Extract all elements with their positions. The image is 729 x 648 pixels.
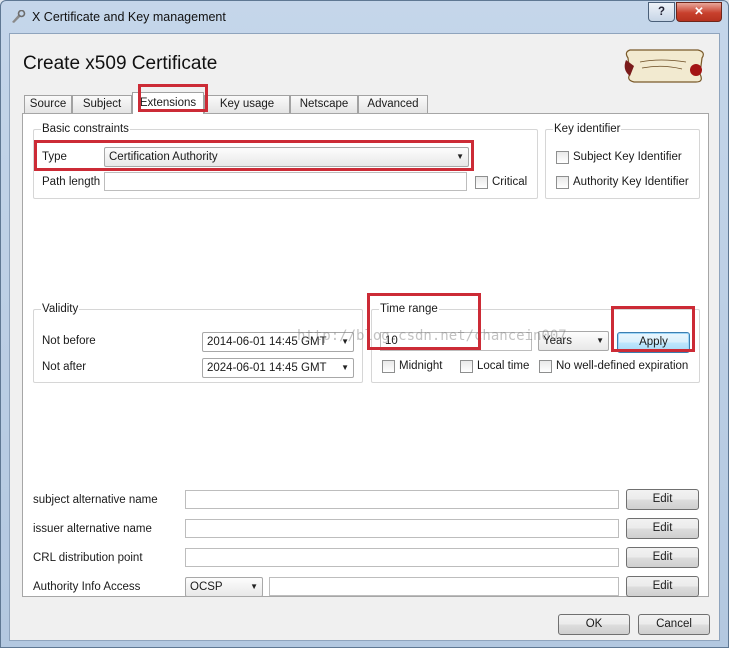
no-expiration-checkbox[interactable] (539, 360, 552, 373)
basic-constraints-group: Basic constraints Type Certification Aut… (33, 123, 538, 199)
subject-alt-name-input[interactable] (185, 490, 619, 509)
not-before-label: Not before (42, 335, 96, 347)
tab-advanced[interactable]: Advanced (358, 95, 428, 113)
issuer-alt-name-edit-button[interactable]: Edit (626, 518, 699, 539)
issuer-alt-name-input[interactable] (185, 519, 619, 538)
validity-group: Validity Not before 2014-06-01 14:45 GMT… (33, 303, 363, 383)
tab-key-usage[interactable]: Key usage (204, 95, 290, 113)
type-value: Certification Authority (109, 151, 218, 163)
dropdown-arrow-icon: ▼ (250, 582, 258, 591)
apply-button[interactable]: Apply (617, 332, 690, 353)
authority-key-identifier-label: Authority Key Identifier (573, 176, 689, 188)
dropdown-arrow-icon: ▼ (456, 152, 464, 161)
tab-subject[interactable]: Subject (72, 95, 132, 113)
issuer-alt-name-label: issuer alternative name (33, 523, 152, 535)
midnight-label: Midnight (399, 360, 443, 372)
not-after-label: Not after (42, 361, 87, 373)
aia-method-combo[interactable]: OCSP ▼ (185, 577, 263, 597)
dropdown-arrow-icon: ▼ (341, 363, 349, 372)
title-bar[interactable]: X Certificate and Key management ? ✕ (1, 1, 728, 33)
crl-distribution-edit-button[interactable]: Edit (626, 547, 699, 568)
validity-title: Validity (41, 303, 80, 315)
key-identifier-group: Key identifier Subject Key Identifier Au… (545, 123, 700, 199)
aia-method-value: OCSP (190, 581, 223, 593)
subject-key-identifier-label: Subject Key Identifier (573, 151, 682, 163)
path-length-label: Path length (42, 176, 101, 188)
key-identifier-title: Key identifier (553, 123, 622, 135)
tab-source[interactable]: Source (24, 95, 72, 113)
subject-alt-name-edit-button[interactable]: Edit (626, 489, 699, 510)
critical-label: Critical (492, 176, 528, 188)
tab-netscape[interactable]: Netscape (290, 95, 358, 113)
authority-info-access-edit-button[interactable]: Edit (626, 576, 699, 597)
dialog-window: X Certificate and Key management ? ✕ Cre… (0, 0, 729, 648)
type-combo[interactable]: Certification Authority ▼ (104, 147, 469, 167)
no-expiration-label: No well-defined expiration (556, 360, 689, 372)
crl-distribution-label: CRL distribution point (33, 552, 143, 564)
local-time-label: Local time (477, 360, 530, 372)
critical-checkbox[interactable] (475, 176, 488, 189)
path-length-input[interactable] (104, 172, 467, 191)
app-icon (12, 10, 26, 23)
tab-extensions[interactable]: Extensions (132, 92, 204, 114)
time-range-title: Time range (379, 303, 439, 315)
basic-constraints-title: Basic constraints (41, 123, 130, 135)
ok-button[interactable]: OK (558, 614, 630, 635)
watermark-text: http://blog.csdn.net/chancein007 (297, 328, 567, 344)
authority-info-access-label: Authority Info Access (33, 581, 141, 593)
page-title: Create x509 Certificate (23, 53, 218, 74)
time-range-group: Time range 10 Years ▼ Apply Midnight Loc… (371, 303, 700, 383)
authority-key-identifier-checkbox[interactable] (556, 176, 569, 189)
dropdown-arrow-icon: ▼ (596, 336, 604, 345)
extensions-panel: Basic constraints Type Certification Aut… (22, 113, 709, 597)
midnight-checkbox[interactable] (382, 360, 395, 373)
authority-info-access-input[interactable] (269, 577, 619, 596)
subject-key-identifier-checkbox[interactable] (556, 151, 569, 164)
local-time-checkbox[interactable] (460, 360, 473, 373)
subject-alt-name-label: subject alternative name (33, 494, 158, 506)
scroll-logo-icon (624, 49, 704, 83)
crl-distribution-input[interactable] (185, 548, 619, 567)
not-after-datetime[interactable]: 2024-06-01 14:45 GMT ▼ (202, 358, 354, 378)
type-label: Type (42, 151, 67, 163)
close-button[interactable]: ✕ (676, 2, 722, 22)
help-button[interactable]: ? (648, 2, 675, 22)
not-after-value: 2024-06-01 14:45 GMT (207, 362, 327, 374)
cancel-button[interactable]: Cancel (638, 614, 710, 635)
window-title: X Certificate and Key management (32, 10, 226, 24)
